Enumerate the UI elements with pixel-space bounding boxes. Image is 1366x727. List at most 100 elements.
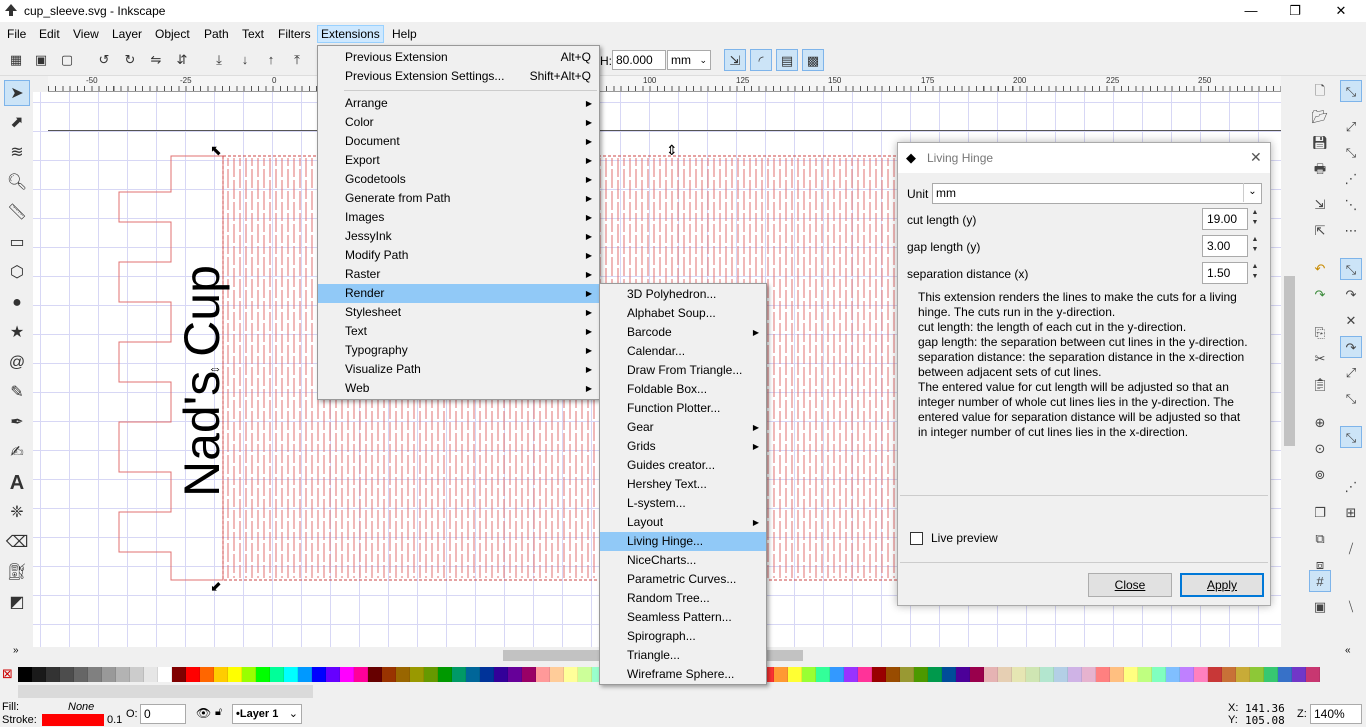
clone-icon[interactable]: ⧉ (1309, 528, 1331, 550)
menu-item-function-plotter[interactable]: Function Plotter... (600, 399, 766, 418)
cut-icon[interactable]: ✂ (1309, 348, 1331, 370)
menu-item-foldable-box[interactable]: Foldable Box... (600, 380, 766, 399)
palette-swatch[interactable] (830, 667, 844, 682)
scale-handle-icon[interactable]: ⇕ (666, 142, 678, 159)
palette-swatch[interactable] (298, 667, 312, 682)
scale-stroke-icon[interactable]: ⇲ (724, 49, 746, 71)
menu-item-visualize-path[interactable]: Visualize Path ▶ (318, 360, 599, 379)
palette-swatch[interactable] (1180, 667, 1194, 682)
palette-swatch[interactable] (382, 667, 396, 682)
palette-swatch[interactable] (256, 667, 270, 682)
menu-item-previous-extension[interactable]: Previous Extension Alt+Q (318, 48, 599, 67)
flip-horizontal-icon[interactable]: ⇋ (145, 49, 167, 71)
palette-swatch[interactable] (396, 667, 410, 682)
import-icon[interactable]: ⇲ (1309, 194, 1331, 216)
menu-item-color[interactable]: Color ▶ (318, 113, 599, 132)
apply-button[interactable]: Apply (1180, 573, 1264, 597)
palette-swatch[interactable] (466, 667, 480, 682)
rectangle-tool-icon[interactable]: ▭ (4, 230, 30, 256)
snap-path-icon[interactable]: ↷ (1340, 284, 1362, 306)
menu-layer[interactable]: Layer (109, 25, 145, 43)
menu-file[interactable]: File (4, 25, 29, 43)
snap-center-icon[interactable]: ⤡ (1340, 388, 1362, 410)
eraser-tool-icon[interactable]: ⌫ (4, 530, 30, 556)
palette-swatch[interactable] (242, 667, 256, 682)
menu-item-document[interactable]: Document ▶ (318, 132, 599, 151)
palette-swatch[interactable] (214, 667, 228, 682)
stroke-color-swatch[interactable] (42, 714, 104, 726)
palette-scrollbar[interactable] (18, 685, 313, 698)
close-button[interactable]: Close (1088, 573, 1172, 597)
measure-tool-icon[interactable]: 📏︎ (4, 200, 30, 226)
spin-arrows-icon[interactable]: ▲ ▼ (1250, 208, 1260, 230)
snap-grid-icon[interactable]: ⊞ (1340, 502, 1362, 524)
palette-swatch[interactable] (172, 667, 186, 682)
menu-item-alphabet-soup[interactable]: Alphabet Soup... (600, 304, 766, 323)
palette-swatch[interactable] (1026, 667, 1040, 682)
menu-item-seamless-pattern[interactable]: Seamless Pattern... (600, 608, 766, 627)
palette-swatch[interactable] (788, 667, 802, 682)
menu-item-stylesheet[interactable]: Stylesheet ▶ (318, 303, 599, 322)
menu-item-random-tree[interactable]: Random Tree... (600, 589, 766, 608)
stroke-width-value[interactable]: 0.1 (107, 714, 122, 726)
palette-swatch[interactable] (956, 667, 970, 682)
palette-swatch[interactable] (1208, 667, 1222, 682)
menu-item-gcodetools[interactable]: Gcodetools ▶ (318, 170, 599, 189)
palette-swatch[interactable] (1166, 667, 1180, 682)
scale-handle-icon[interactable]: ⇔ (208, 360, 222, 376)
palette-swatch[interactable] (1138, 667, 1152, 682)
no-paint-icon[interactable]: ⊠ (2, 666, 13, 682)
snap-enable-icon[interactable]: ⤡ (1340, 80, 1362, 102)
menu-item-arrange[interactable]: Arrange ▶ (318, 94, 599, 113)
palette-swatch[interactable] (60, 667, 74, 682)
fill-value[interactable]: None (68, 701, 94, 713)
raise-icon[interactable]: ↑ (260, 49, 282, 71)
palette-swatch[interactable] (928, 667, 942, 682)
snap-guide-icon[interactable]: ⧸ (1340, 538, 1362, 560)
palette-swatch[interactable] (144, 667, 158, 682)
menu-item-grids[interactable]: Grids ▶ (600, 437, 766, 456)
menu-item-barcode[interactable]: Barcode ▶ (600, 323, 766, 342)
palette-swatch[interactable] (424, 667, 438, 682)
gradient-tool-icon[interactable]: ◩ (4, 590, 30, 616)
gap-length-input[interactable]: 3.00 (1202, 235, 1248, 257)
double-chevron-icon[interactable]: « (1345, 645, 1351, 656)
rotate-ccw-icon[interactable]: ↺ (93, 49, 115, 71)
selector-tool-icon[interactable]: ➤ (4, 80, 30, 106)
unit-combobox[interactable]: mm ⌄ (932, 183, 1262, 204)
menu-item-modify-path[interactable]: Modify Path ▶ (318, 246, 599, 265)
palette-swatch[interactable] (872, 667, 886, 682)
node-tool-icon[interactable]: ⬈ (4, 110, 30, 136)
menu-item-hershey-text[interactable]: Hershey Text... (600, 475, 766, 494)
palette-swatch[interactable] (998, 667, 1012, 682)
palette-swatch[interactable] (1082, 667, 1096, 682)
snap-nodes-icon[interactable]: ⤡ (1340, 258, 1362, 280)
canvas-text[interactable]: Nad's Cup (173, 265, 231, 497)
text-tool-icon[interactable]: A (4, 470, 30, 496)
export-icon[interactable]: ⇱ (1309, 220, 1331, 242)
palette-swatch[interactable] (452, 667, 466, 682)
palette-swatch[interactable] (1054, 667, 1068, 682)
group-icon[interactable]: ▣ (1309, 596, 1331, 618)
calligraphy-tool-icon[interactable]: ✍ (4, 440, 30, 466)
palette-swatch[interactable] (284, 667, 298, 682)
palette-swatch[interactable] (158, 667, 172, 682)
palette-swatch[interactable] (1096, 667, 1110, 682)
menu-edit[interactable]: Edit (36, 25, 63, 43)
palette-swatch[interactable] (802, 667, 816, 682)
duplicate-icon[interactable]: ❐ (1309, 502, 1331, 524)
tweak-tool-icon[interactable]: ≋ (4, 140, 30, 166)
menu-extensions[interactable]: Extensions (317, 25, 384, 43)
close-window-button[interactable]: ✕ (1318, 0, 1364, 22)
deselect-icon[interactable]: ▢ (56, 49, 78, 71)
select-all-icon[interactable]: ▦ (5, 49, 27, 71)
zoom-drawing-icon[interactable]: ⊙ (1309, 438, 1331, 460)
pen-tool-icon[interactable]: ✒ (4, 410, 30, 436)
palette-swatch[interactable] (340, 667, 354, 682)
palette-swatch[interactable] (1152, 667, 1166, 682)
palette-swatch[interactable] (550, 667, 564, 682)
snap-others-icon[interactable]: ⧹ (1340, 596, 1362, 618)
snap-page-border-icon[interactable]: ⋰ (1340, 476, 1362, 498)
palette-swatch[interactable] (354, 667, 368, 682)
palette-swatch[interactable] (326, 667, 340, 682)
